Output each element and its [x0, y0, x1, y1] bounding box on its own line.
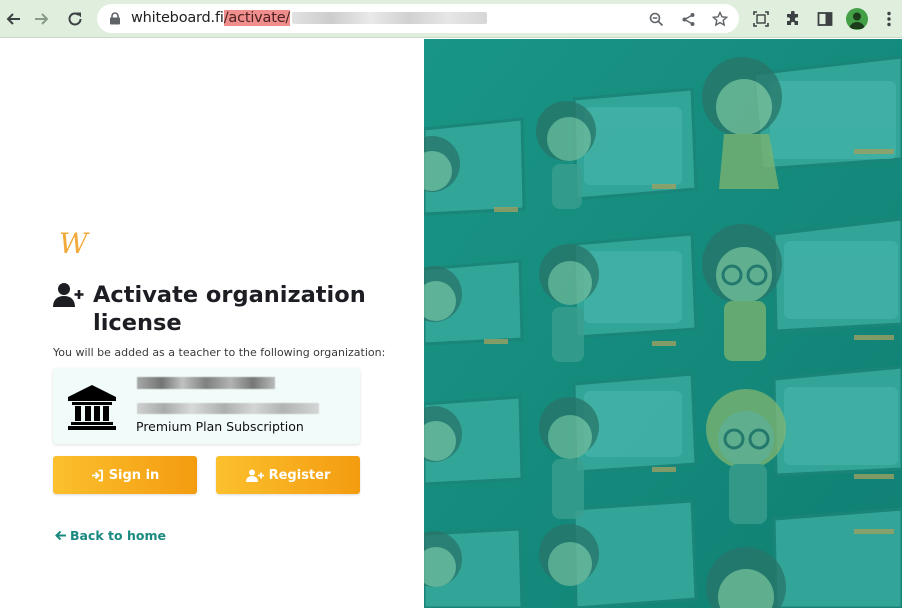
register-label: Register — [268, 467, 331, 483]
profile-icon[interactable] — [846, 8, 868, 30]
sign-in-label: Sign in — [108, 467, 160, 483]
back-arrow-icon[interactable] — [2, 8, 24, 30]
lock-icon[interactable] — [109, 12, 121, 25]
organization-name-redacted — [137, 377, 275, 389]
page-subtitle: You will be added as a teacher to the fo… — [53, 346, 386, 359]
zoom-icon[interactable] — [647, 10, 665, 28]
extensions-icon[interactable] — [782, 8, 804, 30]
share-icon[interactable] — [679, 10, 697, 28]
classroom-pattern — [424, 39, 902, 608]
address-bar[interactable]: whiteboard.fi/activate/ — [97, 4, 739, 33]
url-text[interactable]: whiteboard.fi/activate/ — [131, 10, 488, 26]
url-path: /activate/ — [223, 10, 291, 26]
organization-plan: Premium Plan Subscription — [136, 419, 304, 434]
back-to-home-link[interactable]: Back to home — [55, 528, 166, 543]
organization-card: Premium Plan Subscription — [53, 368, 360, 444]
add-user-icon — [245, 469, 264, 482]
side-panel-icon[interactable] — [814, 8, 836, 30]
institution-icon — [68, 385, 116, 430]
browser-toolbar: whiteboard.fi/activate/ — [0, 0, 902, 38]
forward-arrow-icon[interactable] — [31, 8, 53, 30]
register-button[interactable]: Register — [216, 456, 360, 494]
screenshot-icon[interactable] — [750, 8, 772, 30]
organization-detail-redacted — [137, 403, 319, 414]
star-icon[interactable] — [711, 10, 729, 28]
reload-icon[interactable] — [64, 8, 86, 30]
url-redacted — [292, 12, 488, 24]
activation-panel: W Activate organization license You will… — [0, 39, 424, 608]
page-title: Activate organization license — [93, 282, 366, 336]
back-to-home-label: Back to home — [70, 528, 166, 543]
whiteboard-logo[interactable]: W — [59, 227, 88, 260]
decorative-illustration — [424, 39, 902, 608]
arrow-left-icon — [55, 530, 66, 541]
sign-in-button[interactable]: Sign in — [53, 456, 197, 494]
sign-in-icon — [91, 469, 103, 481]
add-user-icon — [53, 283, 84, 307]
menu-icon[interactable] — [878, 8, 900, 30]
url-host: whiteboard.fi — [131, 10, 224, 26]
